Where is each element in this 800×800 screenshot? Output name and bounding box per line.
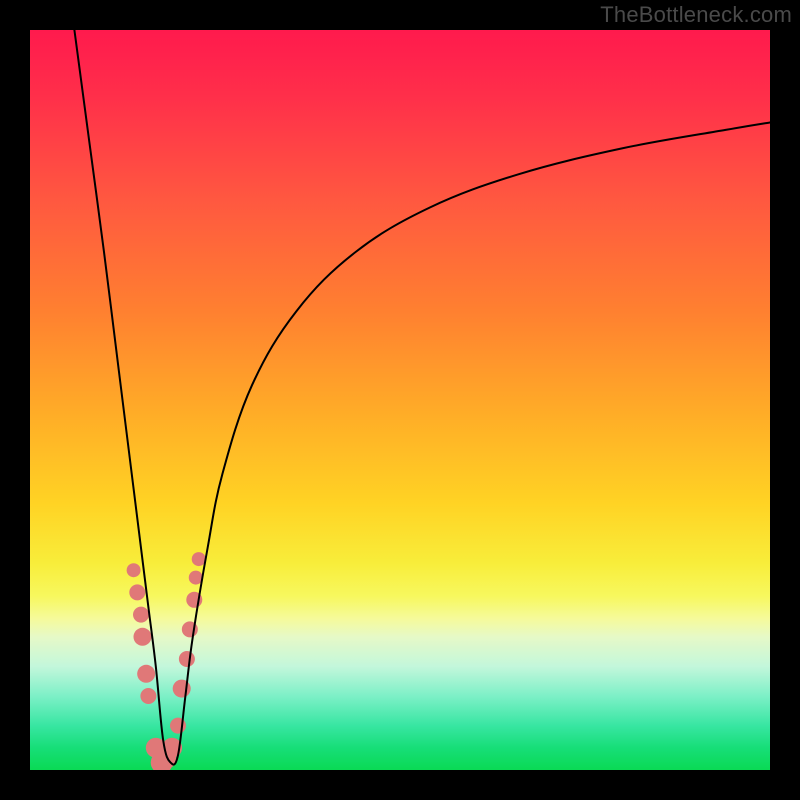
curve-marker <box>140 688 156 704</box>
curve-marker <box>133 628 151 646</box>
curve-marker <box>192 552 206 566</box>
marker-layer <box>127 552 206 770</box>
chart-frame <box>30 30 770 770</box>
bottleneck-curve-svg <box>30 30 770 770</box>
curve-marker <box>127 563 141 577</box>
watermark-label: TheBottleneck.com <box>600 2 792 28</box>
curve-marker <box>179 651 195 667</box>
curve-marker <box>137 665 155 683</box>
curve-marker <box>133 607 149 623</box>
curve-path <box>74 30 770 765</box>
curve-marker <box>129 584 145 600</box>
